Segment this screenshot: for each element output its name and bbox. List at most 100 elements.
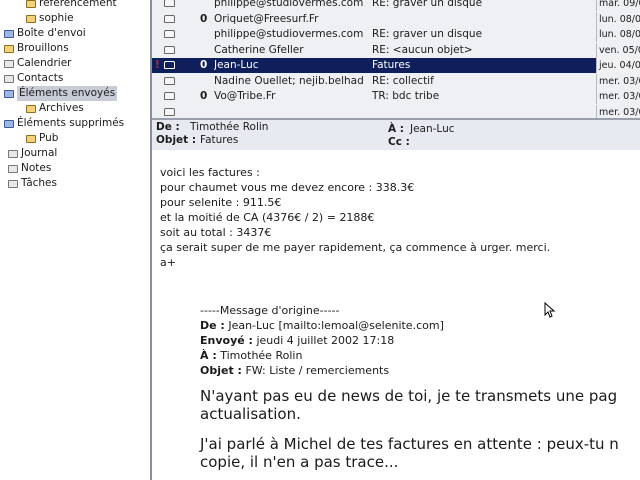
envelope-icon [164,61,175,69]
folder-icon [26,14,36,23]
folder-label: Boîte d'envoi [17,27,86,39]
message-subject: RE: graver un disque [372,28,483,40]
body-line: et la moitié de CA (4376€ / 2) = 2188€ [160,211,375,224]
folder-label: Archives [39,102,84,114]
message-from: philippe@studiovermes.com [214,0,364,9]
message-date: lun. 08/0 [596,27,640,42]
from-label: De : [156,121,180,133]
folder-item[interactable]: Brouillons [4,41,69,56]
orig-to-label: À : [200,349,217,362]
tasks-icon [8,179,18,188]
folder-item[interactable]: Contacts [4,71,63,86]
folder-item[interactable]: referencement [26,0,117,11]
folder-label: Contacts [17,72,64,84]
quoted-line: N'ayant pas eu de news de toi, je te tra… [200,387,618,405]
body-line: pour selenite : 911.5€ [160,196,282,209]
message-subject: RE: graver un disque [372,0,483,9]
orig-sent-value: jeudi 4 juillet 2002 17:18 [256,334,395,347]
message-from: Vo@Tribe.Fr [214,90,276,102]
orig-subject-label: Objet : [200,364,242,377]
message-from: Catherine Gfeller [214,43,304,56]
folder-label: Brouillons [17,42,69,54]
to-label: À : [388,123,404,135]
to-value: Jean-Luc [410,123,455,135]
importance-flag-icon: ! [155,59,160,71]
folder-item[interactable]: Journal [8,146,57,161]
folder-item[interactable]: Tâches [8,176,57,191]
message-date: mer. 03/0 [596,104,640,118]
envelope-icon [164,107,175,116]
attachment-icon: 0 [200,59,208,71]
outbox-icon [4,29,14,38]
reading-pane-body[interactable]: voici les factures : pour chaumet vous m… [152,150,640,480]
message-row[interactable]: mer. 03/0 [152,104,640,118]
quoted-line: actualisation. [200,405,301,423]
message-row[interactable]: 0 Vo@Tribe.Fr TR: bdc tribe mer. 03/0 [152,89,640,104]
reading-pane-header: De : Timothée Rolin Objet : Fatures À : … [152,118,640,151]
from-value: Timothée Rolin [190,121,269,133]
folder-label: Pub [39,132,59,144]
sent-icon [4,89,14,98]
message-row[interactable]: Nadine Ouellet; nejib.belhad... RE: colle… [152,73,640,89]
envelope-icon [164,76,175,85]
folder-label: Calendrier [17,57,72,69]
folder-item[interactable]: Notes [8,161,51,176]
attachment-icon: 0 [200,12,208,25]
body-line: a+ [160,256,176,269]
folder-item[interactable]: Éléments supprimés [4,116,124,131]
orig-to-value: Timothée Rolin [220,349,303,362]
message-row[interactable]: Catherine Gfeller RE: <aucun objet> ven. 0… [152,42,640,58]
message-date: mar. 09/0 [596,0,640,11]
folder-item[interactable]: Archives [26,101,84,116]
folder-item[interactable]: Calendrier [4,56,71,71]
message-date: jeu. 04/0 [596,58,640,73]
folder-label: sophie [39,12,74,24]
folder-item[interactable]: sophie [26,11,74,26]
trash-icon [4,119,14,128]
message-subject: TR: bdc tribe [372,90,440,102]
message-date: ven. 05/0 [596,42,640,58]
message-row[interactable]: 0 Oriquet@Freesurf.Fr lun. 08/0 [152,11,640,27]
drafts-icon [4,44,14,53]
folder-label: Éléments envoyés [17,86,118,101]
body-line: voici les factures : [160,166,260,179]
orig-sent-label: Envoyé : [200,334,253,347]
message-row[interactable]: ! 0 Jean-Luc Fatures jeu. 04/0 [152,58,640,73]
original-message-separator: -----Message d'origine----- [200,304,340,317]
folder-label: Notes [21,162,52,174]
message-list: philippe@studiovermes.com RE: graver un d… [152,0,640,118]
message-row[interactable]: philippe@studiovermes.com RE: graver un d… [152,27,640,42]
folder-item[interactable]: Pub [26,131,58,146]
journal-icon [8,149,18,158]
message-subject: Fatures [372,59,411,71]
quoted-line: copie, il n'en a pas trace... [200,453,399,471]
message-date: mer. 03/0 [596,89,640,104]
folder-item[interactable]: Éléments envoyés [4,86,118,101]
folder-pane: referencement sophie Boîte d'envoi Brouillo… [0,0,152,480]
folder-icon [26,0,36,8]
contacts-icon [4,74,14,83]
mouse-pointer-icon [544,302,556,318]
message-subject: RE: collectif [372,74,434,87]
body-line: pour chaumet vous me devez encore : 338.… [160,181,415,194]
orig-from-label: De : [200,319,225,332]
folder-icon [26,134,36,143]
folder-label: Tâches [21,177,57,189]
calendar-icon [4,59,14,68]
folder-label: referencement [39,0,117,9]
subject-value: Fatures [200,134,239,146]
message-subject: RE: <aucun objet> [372,43,473,56]
message-from: Jean-Luc [214,59,259,71]
folder-item[interactable]: Boîte d'envoi [4,26,86,41]
message-from: philippe@studiovermes.com [214,28,364,40]
subject-label: Objet : [156,134,197,146]
body-line: soit au total : 3437€ [160,226,272,239]
message-row[interactable]: philippe@studiovermes.com RE: graver un d… [152,0,640,11]
envelope-icon [164,0,175,7]
folder-label: Éléments supprimés [17,117,125,129]
message-date: lun. 08/0 [596,11,640,27]
folder-label: Journal [21,147,58,159]
message-from: Oriquet@Freesurf.Fr [214,12,319,25]
orig-subject-value: FW: Liste / remerciements [245,364,390,377]
quoted-line: J'ai parlé à Michel de tes factures en a… [200,435,619,453]
